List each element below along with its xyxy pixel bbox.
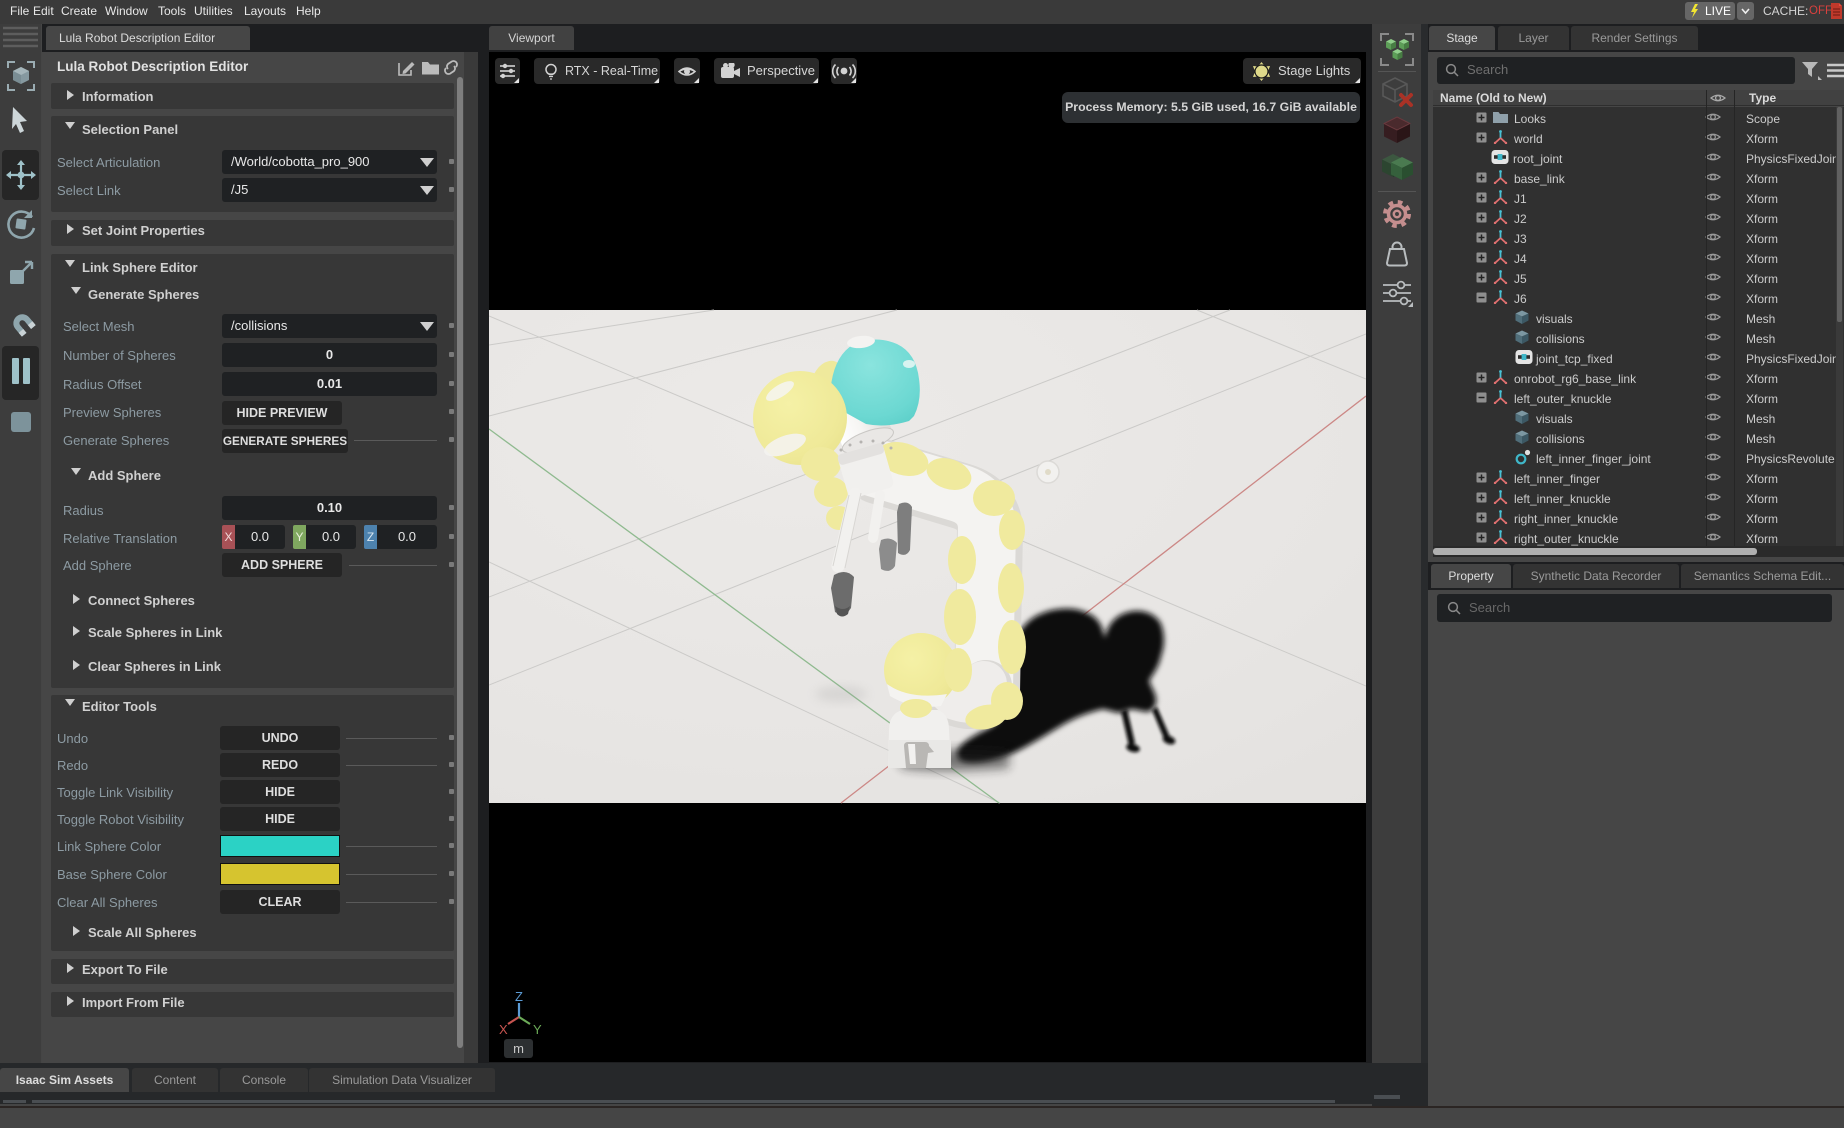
svg-text:X: X <box>499 1022 508 1037</box>
svg-text:Z: Z <box>515 990 523 1004</box>
svg-text:LIVE: LIVE <box>1705 4 1731 18</box>
svg-text:Y: Y <box>533 1022 542 1037</box>
